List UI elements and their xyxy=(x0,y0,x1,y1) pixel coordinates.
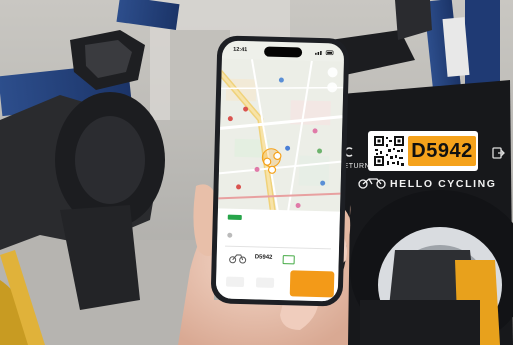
panel-bike-id: D5942 xyxy=(254,254,273,261)
brand-logo-text: HELLO CYCLING xyxy=(390,178,497,190)
station-row xyxy=(227,231,327,244)
bicycle-icon xyxy=(358,178,386,189)
terminal-bike-id: D5942 xyxy=(408,136,476,166)
option-button[interactable] xyxy=(255,277,275,288)
rent-button[interactable] xyxy=(289,270,335,298)
map-location-icon[interactable] xyxy=(327,82,338,93)
status-bar-time: 12:41 xyxy=(233,46,248,54)
battery-icon xyxy=(282,255,295,265)
station-dot-icon xyxy=(227,232,233,238)
action-row xyxy=(222,269,335,298)
exit-icon xyxy=(492,147,505,159)
phone-screen[interactable]: 12:41 D5942 xyxy=(215,40,345,302)
qr-code-icon xyxy=(372,134,406,168)
rental-panel: D5942 xyxy=(215,208,340,302)
map-view[interactable] xyxy=(217,58,344,214)
photo-scene: D5942 RETURN HELLO CYCLING 12:41 D5942 xyxy=(0,0,513,345)
search-icon[interactable] xyxy=(327,67,338,78)
bicycle-icon xyxy=(229,254,247,264)
signal-battery-icon xyxy=(315,50,334,56)
smartphone: 12:41 D5942 xyxy=(210,35,350,307)
map-toolbar xyxy=(327,67,340,97)
dynamic-island xyxy=(263,46,303,58)
divider xyxy=(225,245,331,250)
option-button[interactable] xyxy=(225,276,245,288)
status-tag xyxy=(227,214,242,221)
